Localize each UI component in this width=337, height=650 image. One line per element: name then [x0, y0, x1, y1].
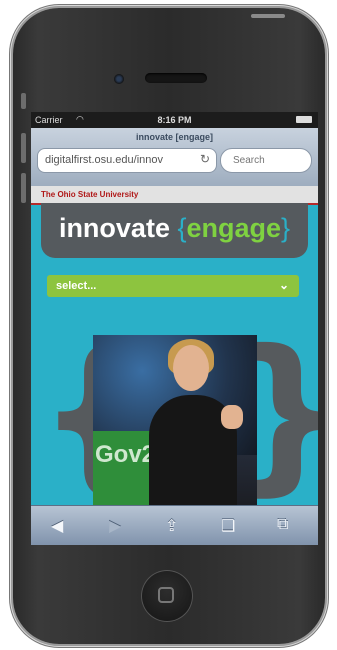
logo-engage: engage — [186, 213, 282, 243]
earpiece-speaker — [145, 73, 207, 83]
site-banner: innovate {engage} — [41, 203, 308, 258]
site-logo[interactable]: innovate {engage} — [41, 213, 308, 244]
reload-icon[interactable]: ↻ — [200, 152, 210, 166]
status-bar: Carrier ◠ 8:16 PM — [31, 112, 318, 128]
nav-select-dropdown[interactable]: select... ⌄ — [47, 275, 299, 297]
bookmarks-icon[interactable]: ❑ — [221, 516, 235, 536]
tabs-icon[interactable]: ⧉ — [277, 516, 288, 534]
forward-arrow-icon[interactable]: ▶ — [109, 516, 121, 536]
home-square-icon — [158, 587, 174, 603]
phone-screen: Carrier ◠ 8:16 PM innovate [engage] digi… — [31, 112, 318, 545]
logo-close-brace: } — [281, 213, 291, 243]
volume-up-button[interactable] — [21, 133, 26, 163]
speaker-hand — [221, 405, 243, 429]
mute-switch[interactable] — [21, 93, 26, 109]
select-label: select... — [56, 280, 97, 292]
page-title: innovate [engage] — [135, 132, 213, 142]
speaker-head — [173, 345, 209, 391]
url-field[interactable]: digitalfirst.osu.edu/innov ↻ — [37, 148, 217, 173]
back-arrow-icon[interactable]: ◀ — [51, 516, 63, 536]
sleep-button[interactable] — [251, 14, 285, 18]
photo-sign-text: Gov2 — [95, 441, 156, 468]
logo-open-brace: { — [177, 213, 187, 243]
battery-icon — [296, 116, 312, 123]
osu-link[interactable]: The Ohio State University — [41, 190, 138, 199]
hero-photo: Gov2 — [93, 335, 257, 505]
browser-toolbar: ◀ ▶ ⇪ ❑ ⧉ — [31, 505, 318, 545]
browser-address-bar: innovate [engage] digitalfirst.osu.edu/i… — [31, 128, 318, 187]
url-text: digitalfirst.osu.edu/innov — [45, 154, 164, 166]
chevron-down-icon: ⌄ — [278, 278, 289, 292]
logo-innovate: innovate — [58, 213, 178, 243]
front-camera — [114, 74, 124, 84]
home-button[interactable] — [141, 570, 193, 622]
volume-down-button[interactable] — [21, 173, 26, 203]
search-field[interactable] — [220, 148, 312, 173]
status-time: 8:16 PM — [157, 115, 192, 125]
search-input[interactable] — [231, 154, 305, 167]
share-icon[interactable]: ⇪ — [165, 516, 178, 536]
